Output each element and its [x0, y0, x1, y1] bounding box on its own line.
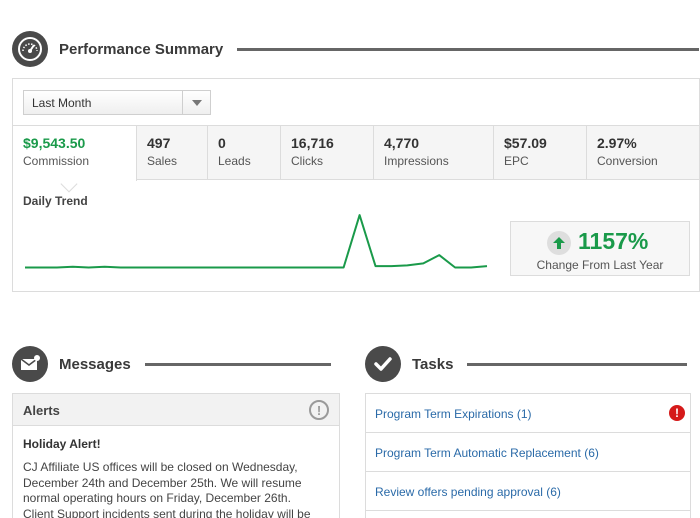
alert-heading: Holiday Alert!: [23, 437, 101, 451]
metric-label: Leads: [218, 154, 251, 168]
metric-label: Commission: [23, 154, 90, 168]
change-from-last-year-box: 1157% Change From Last Year: [510, 221, 690, 276]
daily-trend-chart: [25, 214, 488, 269]
change-percentage: 1157%: [578, 228, 649, 254]
header-divider: [144, 362, 331, 366]
metric-epc[interactable]: $57.09 EPC: [494, 126, 587, 179]
info-icon[interactable]: !: [309, 400, 329, 420]
metric-label: Conversion: [597, 154, 658, 168]
metric-value: 0: [218, 135, 226, 151]
metric-label: EPC: [504, 154, 529, 168]
performance-summary-title: Performance Summary: [59, 40, 224, 58]
metric-value: 4,770: [384, 135, 420, 151]
metric-impressions[interactable]: 4,770 Impressions: [374, 126, 494, 179]
header-divider: [237, 47, 700, 51]
metric-commission[interactable]: $9,543.50 Commission: [13, 126, 137, 181]
tasks-title: Tasks: [412, 355, 454, 373]
task-link[interactable]: Review offers pending approval (6): [375, 485, 561, 499]
alert-body: CJ Affiliate US offices will be closed o…: [23, 460, 311, 518]
messages-title: Messages: [59, 355, 131, 373]
alerts-title: Alerts: [23, 403, 60, 418]
speedometer-icon: [12, 31, 48, 67]
metric-value: 16,716: [291, 135, 334, 151]
metrics-bar: $9,543.50 Commission 497 Sales 0 Leads 1…: [13, 125, 699, 193]
chevron-down-icon[interactable]: [182, 91, 210, 114]
performance-summary-header: Performance Summary: [12, 31, 700, 67]
metric-leads[interactable]: 0 Leads: [208, 126, 281, 179]
metric-value: $57.09: [504, 135, 547, 151]
task-item[interactable]: Review offers pending approval (6): [366, 472, 690, 511]
task-item[interactable]: Program Term Expirations (1) !: [366, 394, 690, 433]
daily-trend-title: Daily Trend: [23, 194, 88, 208]
alerts-bar: Alerts !: [13, 394, 339, 426]
metric-clicks[interactable]: 16,716 Clicks: [281, 126, 374, 179]
envelope-icon: [12, 346, 48, 382]
task-link[interactable]: Program Term Automatic Replacement (6): [375, 446, 599, 460]
change-label: Change From Last Year: [536, 258, 664, 272]
arrow-up-icon: [547, 231, 571, 255]
metric-value: 2.97%: [597, 135, 637, 151]
metric-sales[interactable]: 497 Sales: [137, 126, 208, 179]
tasks-header: Tasks: [365, 346, 688, 382]
checkmark-icon: [365, 346, 401, 382]
metric-label: Impressions: [384, 154, 449, 168]
performance-panel: Last Month $9,543.50 Commission 497 Sale…: [12, 78, 700, 292]
alert-icon: !: [669, 405, 685, 421]
tasks-panel: Program Term Expirations (1) ! Program T…: [365, 393, 691, 518]
period-select-value: Last Month: [32, 96, 92, 110]
metric-conversion[interactable]: 2.97% Conversion: [587, 126, 699, 179]
messages-panel: Alerts ! Holiday Alert! CJ Affiliate US …: [12, 393, 340, 518]
task-item[interactable]: Program Term Automatic Replacement (6): [366, 433, 690, 472]
messages-header: Messages: [12, 346, 331, 382]
metric-label: Clicks: [291, 154, 323, 168]
metric-value: $9,543.50: [23, 135, 86, 151]
metric-value: 497: [147, 135, 171, 151]
period-select[interactable]: Last Month: [23, 90, 211, 115]
trend-series-line: [25, 214, 488, 269]
task-link[interactable]: Program Term Expirations (1): [375, 407, 532, 421]
header-divider: [467, 362, 688, 366]
metric-label: Sales: [147, 154, 178, 168]
